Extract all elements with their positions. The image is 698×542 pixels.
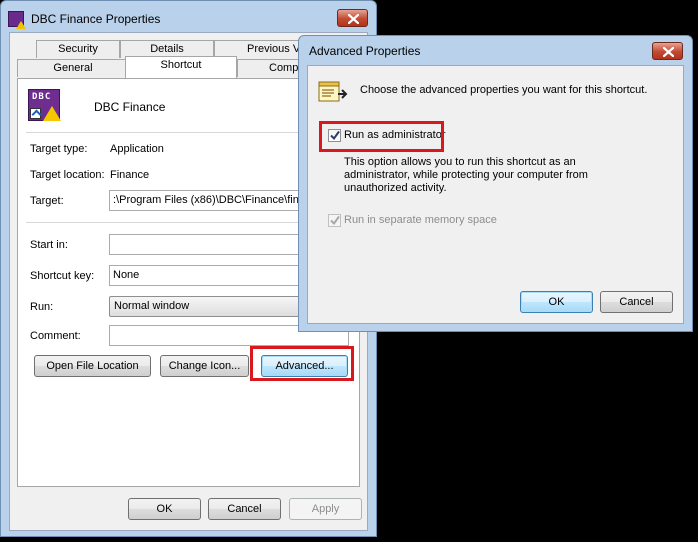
dialog-cancel-button[interactable]: Cancel	[600, 291, 673, 313]
advanced-highlight-box	[250, 346, 354, 381]
shortcut-arrow-icon	[30, 108, 41, 119]
advanced-properties-dialog: Advanced Properties Choose the advanced …	[298, 35, 693, 332]
app-name: DBC Finance	[94, 100, 166, 114]
run-as-admin-description: This option allows you to run this short…	[344, 156, 588, 194]
run-as-admin-highlight-box	[319, 121, 444, 152]
window-title: DBC Finance Properties	[31, 12, 161, 26]
dbc-finance-icon: DBC	[28, 89, 61, 121]
cancel-button[interactable]: Cancel	[208, 498, 281, 520]
start-in-label: Start in:	[30, 239, 68, 251]
run-label: Run:	[30, 301, 54, 313]
tab-shortcut[interactable]: Shortcut	[125, 56, 237, 78]
change-icon-button[interactable]: Change Icon...	[160, 355, 249, 377]
shortcut-key-label: Shortcut key:	[30, 270, 95, 282]
close-icon	[663, 47, 674, 57]
advanced-client-area: Choose the advanced properties you want …	[307, 65, 684, 324]
tab-security[interactable]: Security	[36, 40, 120, 58]
separate-memory-checkbox[interactable]	[328, 214, 341, 227]
comment-label: Comment:	[30, 330, 81, 342]
separate-memory-label: Run in separate memory space	[344, 214, 497, 226]
checkmark-icon	[330, 215, 340, 226]
target-location-value: Finance	[110, 169, 150, 181]
dialog-title: Advanced Properties	[309, 44, 421, 58]
apply-button[interactable]: Apply	[289, 498, 362, 520]
target-type-label: Target type:	[30, 143, 88, 155]
properties-titlebar[interactable]: DBC Finance Properties	[1, 1, 376, 35]
tab-general[interactable]: General	[17, 59, 129, 77]
dialog-prompt: Choose the advanced properties you want …	[360, 84, 648, 96]
target-location-label: Target location:	[30, 169, 105, 181]
close-button[interactable]	[337, 9, 368, 27]
target-label: Target:	[30, 195, 64, 207]
ok-button[interactable]: OK	[128, 498, 201, 520]
properties-shortcut-icon	[318, 81, 348, 102]
close-icon	[348, 14, 359, 24]
target-type-value: Application	[110, 143, 164, 155]
open-file-location-button[interactable]: Open File Location	[34, 355, 151, 377]
dialog-ok-button[interactable]: OK	[520, 291, 593, 313]
close-button[interactable]	[652, 42, 683, 60]
dbc-app-icon	[8, 11, 26, 29]
